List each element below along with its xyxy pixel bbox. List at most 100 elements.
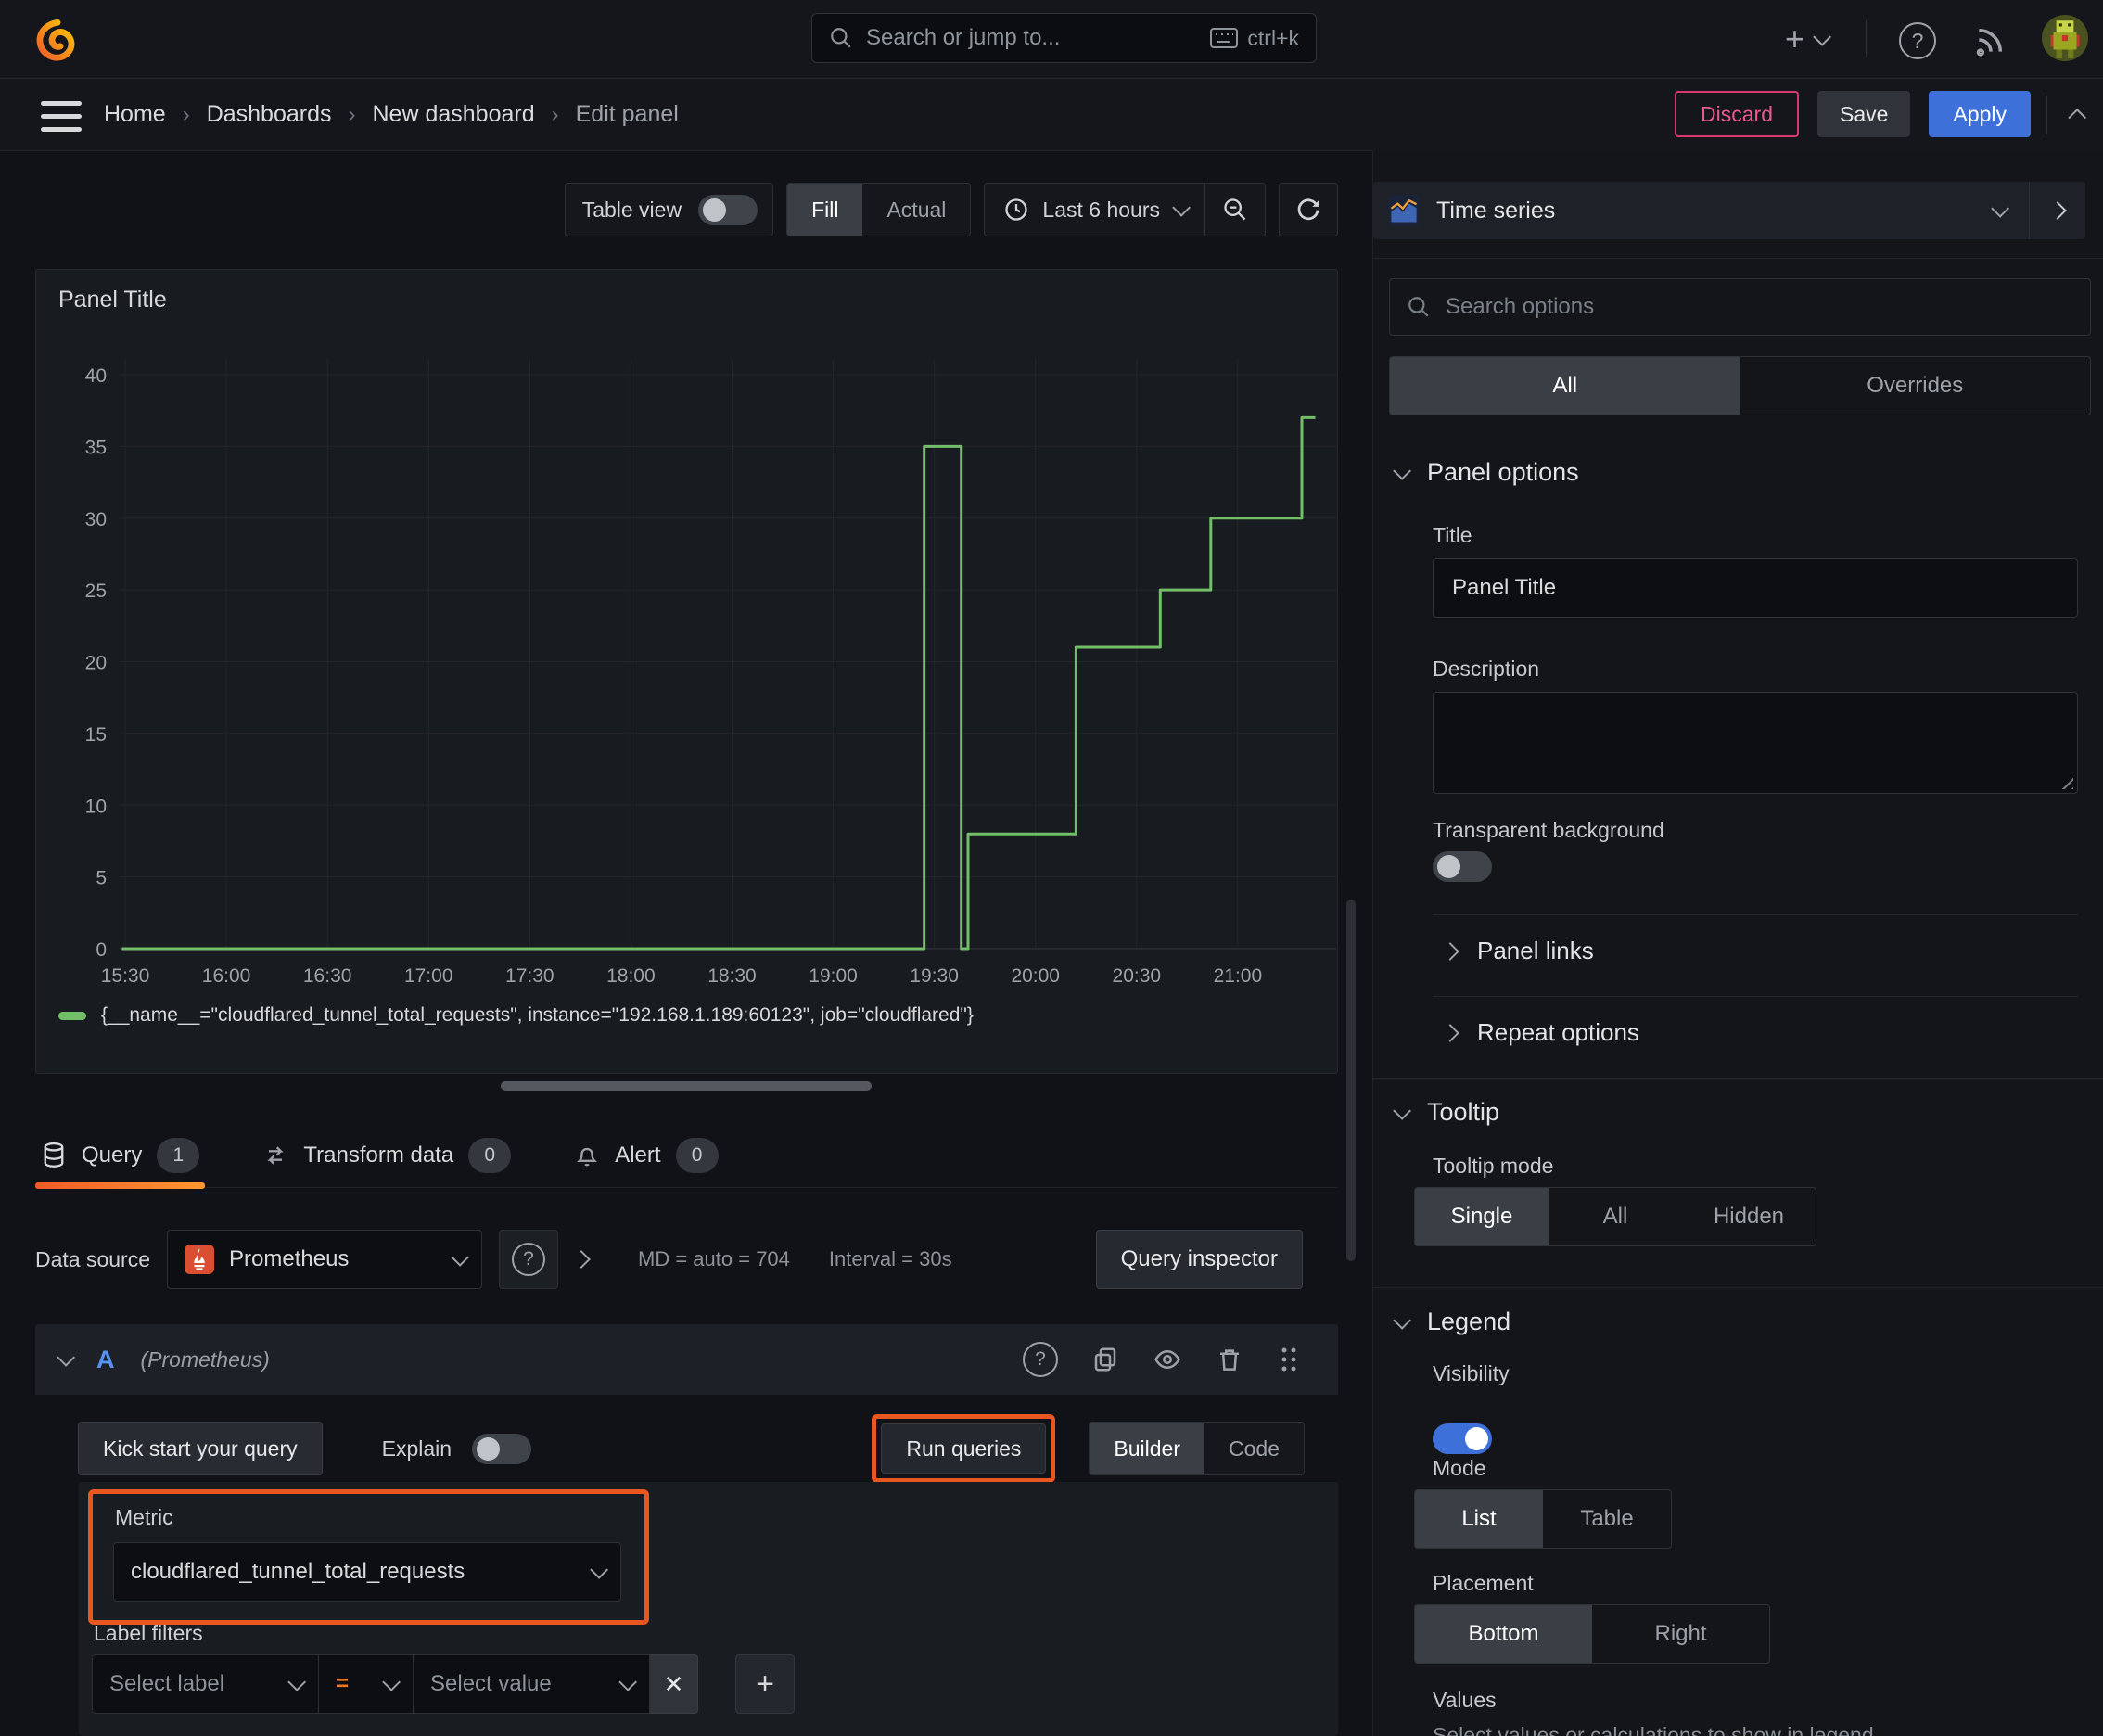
query-ref-id: A (96, 1345, 115, 1373)
resize-handle[interactable] (2058, 774, 2073, 789)
tab-transform-count: 0 (468, 1138, 512, 1173)
panel-options-title: Panel options (1427, 458, 1579, 486)
query-row-header[interactable]: A (Prometheus) ? (35, 1324, 1338, 1395)
chevron-right-icon[interactable] (572, 1250, 591, 1269)
help-icon[interactable]: ? (1899, 22, 1936, 59)
chevron-right-icon (1441, 941, 1459, 961)
panel-title-input[interactable]: Panel Title (1433, 558, 2078, 618)
chevron-down-icon (1393, 1310, 1412, 1330)
datasource-picker[interactable]: Prometheus (167, 1230, 483, 1289)
add-filter-button[interactable]: + (735, 1654, 795, 1714)
chevron-right-icon (1441, 1023, 1459, 1042)
refresh-button[interactable] (1279, 183, 1338, 236)
apply-button[interactable]: Apply (1929, 91, 2031, 137)
delete-query-trash-icon[interactable] (1216, 1346, 1243, 1373)
time-range-picker[interactable]: Last 6 hours (985, 184, 1204, 236)
select-label-dropdown[interactable]: Select label (92, 1654, 319, 1714)
table-view-toggle[interactable] (698, 194, 758, 225)
time-series-chart[interactable]: 0 5 10 15 20 25 30 35 40 15:30 16:00 16:30 17:00 17:3… (36, 329, 1337, 989)
repeat-options-section[interactable]: Repeat options (1441, 1018, 1639, 1047)
menu-toggle-icon[interactable] (41, 101, 82, 132)
chevron-down-icon (1813, 27, 1832, 46)
description-textarea[interactable] (1433, 692, 2078, 794)
breadcrumb-dashboards[interactable]: Dashboards (207, 101, 332, 128)
chart-panel[interactable]: Panel Title 0 5 10 15 20 25 30 35 40 15:30 16:00 16… (35, 269, 1338, 1074)
hide-response-eye-icon[interactable] (1153, 1346, 1182, 1373)
kickstart-query-button[interactable]: Kick start your query (78, 1422, 323, 1475)
x-axis-tick: 18:30 (707, 965, 757, 987)
tab-query-label: Query (82, 1142, 143, 1168)
panel-toolbar: Table view Fill Actual Last 6 hours (35, 182, 1338, 237)
segment-table[interactable]: Table (1543, 1490, 1671, 1548)
legend-visibility-toggle[interactable] (1433, 1423, 1492, 1454)
datasource-help-button[interactable]: ? (499, 1230, 559, 1289)
chevron-down-icon (382, 1672, 401, 1691)
segment-overrides[interactable]: Overrides (1740, 357, 2091, 415)
segment-list[interactable]: List (1415, 1490, 1543, 1548)
discard-button[interactable]: Discard (1675, 91, 1800, 137)
all-overrides-segment: All Overrides (1389, 356, 2091, 415)
transparent-bg-toggle[interactable] (1433, 851, 1492, 882)
global-search-input[interactable]: Search or jump to... ctrl+k (811, 13, 1317, 63)
table-view-control: Table view (564, 183, 774, 236)
query-stats-md: MD = auto = 704 (638, 1247, 790, 1270)
run-queries-button[interactable]: Run queries (881, 1423, 1047, 1474)
segment-actual[interactable]: Actual (862, 184, 970, 236)
tab-transform-data[interactable]: Transform data 0 (257, 1124, 516, 1187)
select-value-dropdown[interactable]: Select value (414, 1654, 650, 1714)
segment-all[interactable]: All (1549, 1188, 1682, 1245)
drag-handle-icon[interactable] (1277, 1346, 1301, 1373)
breadcrumb-home[interactable]: Home (104, 101, 166, 128)
segment-right[interactable]: Right (1592, 1605, 1769, 1663)
segment-fill[interactable]: Fill (787, 184, 863, 236)
query-controls-row: Kick start your query Explain Run querie… (35, 1410, 1338, 1487)
segment-code[interactable]: Code (1204, 1423, 1304, 1474)
tab-alert[interactable]: Alert 0 (568, 1124, 723, 1187)
y-axis-tick: 30 (85, 509, 107, 530)
search-options-input[interactable]: Search options (1389, 278, 2091, 336)
legend-series-label[interactable]: {__name__="cloudflared_tunnel_total_requ… (101, 1004, 974, 1027)
navbar-divider (2046, 96, 2047, 134)
time-series-viz-icon (1388, 195, 1420, 226)
toggle-viz-panel-button[interactable] (2030, 201, 2085, 220)
avatar[interactable] (2042, 15, 2088, 66)
tab-query[interactable]: Query 1 (35, 1124, 206, 1189)
horizontal-scrollbar[interactable] (501, 1081, 872, 1091)
tooltip-section-header[interactable]: Tooltip (1393, 1098, 1499, 1127)
query-inspector-button[interactable]: Query inspector (1095, 1230, 1303, 1289)
segment-all[interactable]: All (1390, 357, 1740, 415)
metric-select[interactable]: cloudflared_tunnel_total_requests (113, 1542, 621, 1602)
collapse-up-icon[interactable] (2068, 108, 2087, 127)
segment-bottom[interactable]: Bottom (1415, 1605, 1592, 1663)
segment-hidden[interactable]: Hidden (1682, 1188, 1816, 1245)
breadcrumb-new-dashboard[interactable]: New dashboard (373, 101, 535, 128)
panel-options-section-header[interactable]: Panel options (1393, 458, 1579, 487)
query-help-icon[interactable]: ? (1023, 1342, 1058, 1377)
y-axis-tick: 5 (96, 868, 107, 889)
run-queries-highlight: Run queries (872, 1414, 1056, 1483)
chevron-down-icon (1991, 198, 2010, 218)
news-rss-icon[interactable] (1973, 22, 2008, 57)
segment-single[interactable]: Single (1415, 1188, 1549, 1245)
explain-toggle[interactable] (472, 1433, 532, 1464)
bell-icon (577, 1147, 598, 1167)
add-button[interactable]: + (1785, 17, 1832, 61)
collapse-query-icon[interactable] (57, 1347, 76, 1367)
vertical-scrollbar[interactable] (1346, 900, 1356, 1261)
zoom-out-button[interactable] (1205, 184, 1265, 236)
visualization-picker[interactable]: Time series (1373, 182, 2085, 239)
chart-legend[interactable]: {__name__="cloudflared_tunnel_total_requ… (58, 1004, 974, 1027)
operator-dropdown[interactable]: = (319, 1654, 414, 1714)
x-axis-tick: 16:30 (303, 965, 352, 987)
tab-alert-count: 0 (675, 1138, 719, 1173)
duplicate-icon[interactable] (1091, 1346, 1119, 1373)
editor-tabs: Query 1 Transform data 0 Alert 0 (35, 1124, 1338, 1189)
remove-filter-button[interactable]: ✕ (650, 1654, 698, 1714)
segment-builder[interactable]: Builder (1090, 1423, 1205, 1474)
save-button[interactable]: Save (1817, 91, 1911, 137)
legend-section-header[interactable]: Legend (1393, 1308, 1510, 1336)
tab-alert-label: Alert (615, 1142, 661, 1168)
repeat-options-title: Repeat options (1477, 1018, 1639, 1046)
panel-links-section[interactable]: Panel links (1441, 937, 1594, 965)
grafana-logo-icon[interactable] (33, 15, 80, 68)
